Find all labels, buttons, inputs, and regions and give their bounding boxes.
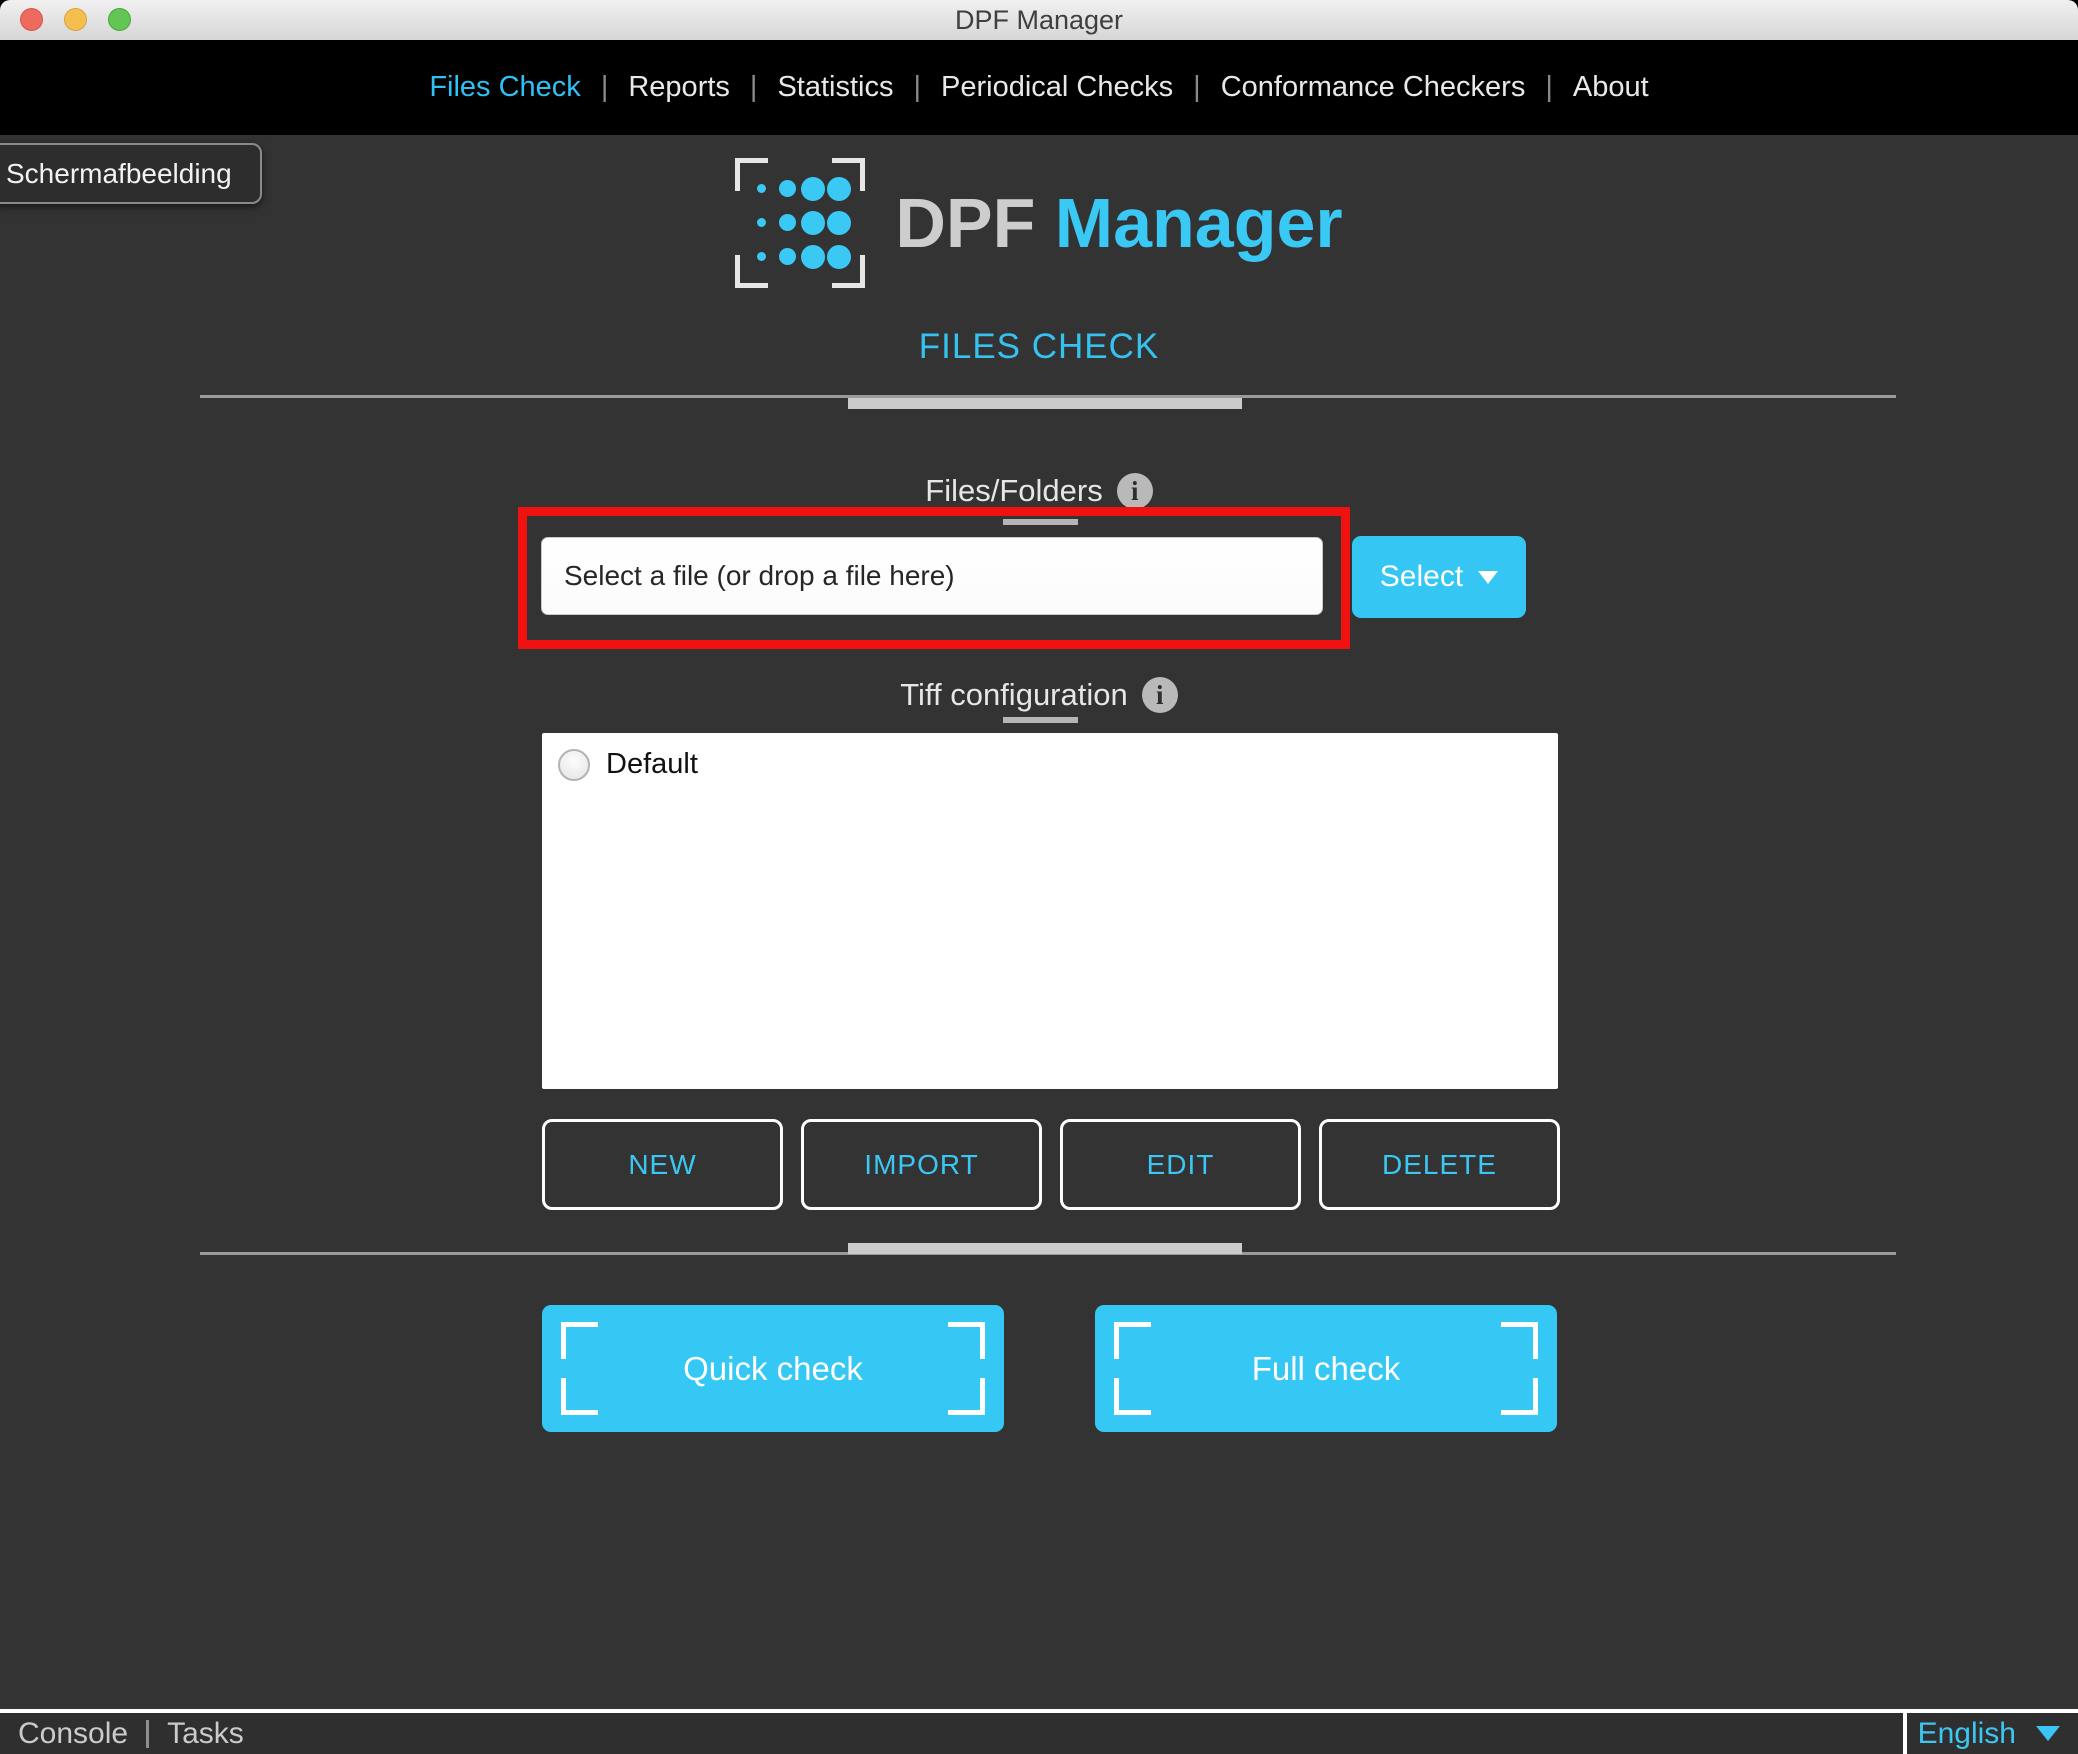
close-button[interactable] (20, 8, 43, 31)
import-config-button[interactable]: IMPORT (801, 1119, 1042, 1210)
titlebar: DPF Manager (0, 0, 2078, 41)
nav-separator: | (1193, 71, 1201, 104)
divider-top-handle (848, 398, 1242, 409)
bracket-corner-icon (948, 1322, 985, 1359)
config-option-default[interactable]: Default (558, 748, 698, 781)
full-check-label: Full check (1252, 1350, 1401, 1388)
tiff-config-label: Tiff configuration (900, 677, 1127, 713)
select-file-button-label: Select (1380, 560, 1463, 594)
quick-check-label: Quick check (683, 1350, 863, 1388)
nav-about[interactable]: About (1553, 71, 1669, 104)
logo-word-dpf: DPF (895, 184, 1035, 262)
quick-check-button[interactable]: Quick check (542, 1305, 1004, 1432)
console-tab[interactable]: Console (18, 1717, 128, 1751)
divider-bottom-handle (848, 1243, 1242, 1254)
nav-separator: | (601, 71, 609, 104)
bracket-corner-icon (561, 1322, 598, 1359)
bracket-corner-icon (1501, 1322, 1538, 1359)
logo-dots-icon (748, 172, 852, 274)
bracket-corner-icon (948, 1378, 985, 1415)
nav-statistics[interactable]: Statistics (757, 71, 913, 104)
bracket-corner-icon (1501, 1378, 1538, 1415)
nav-files-check[interactable]: Files Check (409, 71, 601, 104)
page-title: FILES CHECK (0, 327, 2078, 367)
nav-reports[interactable]: Reports (608, 71, 750, 104)
bracket-corner-icon (1114, 1378, 1151, 1415)
logo-word-manager: Manager (1055, 184, 1343, 262)
new-config-button[interactable]: NEW (542, 1119, 783, 1210)
logo-brackets-icon (735, 158, 865, 288)
full-check-button[interactable]: Full check (1095, 1305, 1557, 1432)
main-nav: Files Check | Reports | Statistics | Per… (0, 40, 2078, 135)
nav-separator: | (913, 71, 921, 104)
tasks-tab[interactable]: Tasks (167, 1717, 244, 1751)
window-title: DPF Manager (955, 5, 1123, 36)
app-window: DPF Manager Files Check | Reports | Stat… (0, 0, 2078, 1754)
files-folders-header: Files/Folders (0, 473, 2078, 509)
delete-config-button[interactable]: DELETE (1319, 1119, 1560, 1210)
nav-conformance-checkers[interactable]: Conformance Checkers (1201, 71, 1546, 104)
bracket-corner-icon (561, 1378, 598, 1415)
config-actions: NEW IMPORT EDIT DELETE (542, 1119, 1560, 1210)
select-file-button[interactable]: Select (1352, 536, 1526, 618)
statusbar: Console Tasks (0, 1713, 2078, 1754)
statusbar-separator (146, 1720, 149, 1748)
window-controls (20, 8, 131, 31)
minimize-button[interactable] (64, 8, 87, 31)
bracket-corner-icon (1114, 1322, 1151, 1359)
chevron-down-icon (1478, 571, 1498, 584)
files-folders-label: Files/Folders (925, 473, 1102, 509)
language-section-divider (1903, 1709, 1907, 1754)
file-path-input[interactable] (541, 537, 1323, 615)
statusbar-tabs: Console Tasks (0, 1717, 244, 1751)
main-content: Schermafbeelding DPF Manager FILES CHECK (0, 135, 2078, 1709)
edit-config-button[interactable]: EDIT (1060, 1119, 1301, 1210)
tiff-section-dash (1003, 717, 1078, 723)
nav-periodical-checks[interactable]: Periodical Checks (921, 71, 1193, 104)
radio-icon[interactable] (558, 749, 590, 781)
info-icon[interactable] (1117, 473, 1153, 509)
zoom-button[interactable] (108, 8, 131, 31)
logo-wordmark: DPF Manager (895, 183, 1342, 263)
config-option-label: Default (606, 748, 698, 781)
app-logo: DPF Manager (0, 150, 2078, 295)
tiff-config-list: Default (542, 733, 1558, 1089)
chevron-down-icon (2036, 1726, 2060, 1741)
language-selector[interactable]: English (1918, 1713, 2060, 1754)
language-label: English (1918, 1717, 2016, 1751)
info-icon[interactable] (1142, 677, 1178, 713)
nav-separator: | (1545, 71, 1553, 104)
nav-separator: | (750, 71, 758, 104)
tiff-config-header: Tiff configuration (0, 677, 2078, 713)
